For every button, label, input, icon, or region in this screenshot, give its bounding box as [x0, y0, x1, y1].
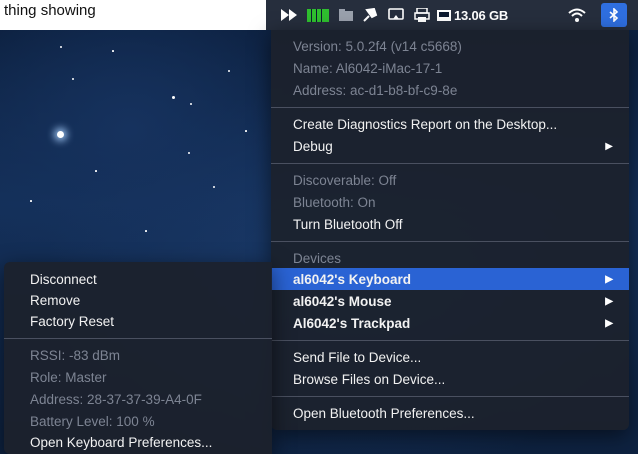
- battery-level-info: Battery Level: 100 %: [30, 413, 155, 429]
- rssi-info: RSSI: -83 dBm: [30, 347, 121, 363]
- storage-menu[interactable]: 13.06 GB: [437, 7, 508, 23]
- submenu-arrow-icon: ▶: [605, 273, 613, 285]
- factory-reset-item[interactable]: Factory Reset: [4, 310, 272, 332]
- pin-icon[interactable]: [362, 7, 378, 23]
- open-bluetooth-preferences-item[interactable]: Open Bluetooth Preferences...: [271, 402, 629, 424]
- star: [30, 200, 32, 202]
- create-diagnostics-report-item[interactable]: Create Diagnostics Report on the Desktop…: [271, 113, 629, 135]
- discoverable-status: Discoverable: Off: [293, 172, 397, 188]
- submenu-arrow-icon: ▶: [605, 317, 613, 329]
- battery-meter-icon[interactable]: [307, 7, 329, 23]
- address-info: Address: ac-d1-b8-bf-c9-8e: [293, 82, 458, 98]
- drive-icon: [437, 9, 451, 21]
- star: [172, 96, 175, 99]
- separator: [271, 163, 629, 164]
- star: [95, 170, 97, 172]
- star: [145, 230, 147, 232]
- star: [245, 130, 247, 132]
- bluetooth-icon[interactable]: [601, 3, 627, 27]
- keyboard-submenu: Disconnect Remove Factory Reset RSSI: -8…: [4, 262, 272, 454]
- device-address-info: Address: 28-37-37-39-A4-0F: [30, 391, 202, 407]
- star: [228, 70, 230, 72]
- open-keyboard-preferences-item[interactable]: Open Keyboard Preferences...: [4, 431, 272, 453]
- star: [112, 50, 114, 52]
- name-info: Name: Al6042-iMac-17-1: [293, 60, 443, 76]
- printer-icon[interactable]: [414, 7, 430, 23]
- separator: [271, 241, 629, 242]
- wifi-icon[interactable]: [568, 7, 586, 23]
- separator: [4, 338, 272, 339]
- separator: [271, 107, 629, 108]
- turn-bluetooth-off-item[interactable]: Turn Bluetooth Off: [271, 213, 629, 235]
- display-icon[interactable]: [388, 7, 404, 23]
- star: [60, 46, 62, 48]
- devices-header: Devices: [293, 250, 342, 266]
- fast-forward-icon[interactable]: [281, 7, 299, 23]
- bluetooth-menu: Version: 5.0.2f4 (v14 c5668) Name: Al604…: [271, 30, 629, 430]
- bluetooth-status: Bluetooth: On: [293, 194, 376, 210]
- role-info: Role: Master: [30, 369, 107, 385]
- device-keyboard-item[interactable]: al6042's Keyboard ▶: [271, 268, 629, 290]
- disconnect-item[interactable]: Disconnect: [4, 268, 272, 290]
- menu-bar-items: 13.06 GB: [0, 0, 638, 30]
- submenu-arrow-icon: ▶: [605, 140, 613, 152]
- star: [72, 78, 74, 80]
- folder-icon[interactable]: [339, 7, 353, 23]
- device-mouse-item[interactable]: al6042's Mouse ▶: [271, 290, 629, 312]
- bright-star: [57, 131, 64, 138]
- remove-item[interactable]: Remove: [4, 289, 272, 311]
- version-info: Version: 5.0.2f4 (v14 c5668): [293, 38, 462, 54]
- send-file-item[interactable]: Send File to Device...: [271, 346, 629, 368]
- submenu-arrow-icon: ▶: [605, 295, 613, 307]
- star: [213, 186, 215, 188]
- browse-files-item[interactable]: Browse Files on Device...: [271, 368, 629, 390]
- debug-item[interactable]: Debug ▶: [271, 135, 629, 157]
- storage-label: 13.06 GB: [454, 7, 509, 23]
- device-trackpad-item[interactable]: Al6042's Trackpad ▶: [271, 312, 629, 334]
- star: [188, 152, 190, 154]
- separator: [271, 340, 629, 341]
- star: [190, 103, 192, 105]
- separator: [271, 396, 629, 397]
